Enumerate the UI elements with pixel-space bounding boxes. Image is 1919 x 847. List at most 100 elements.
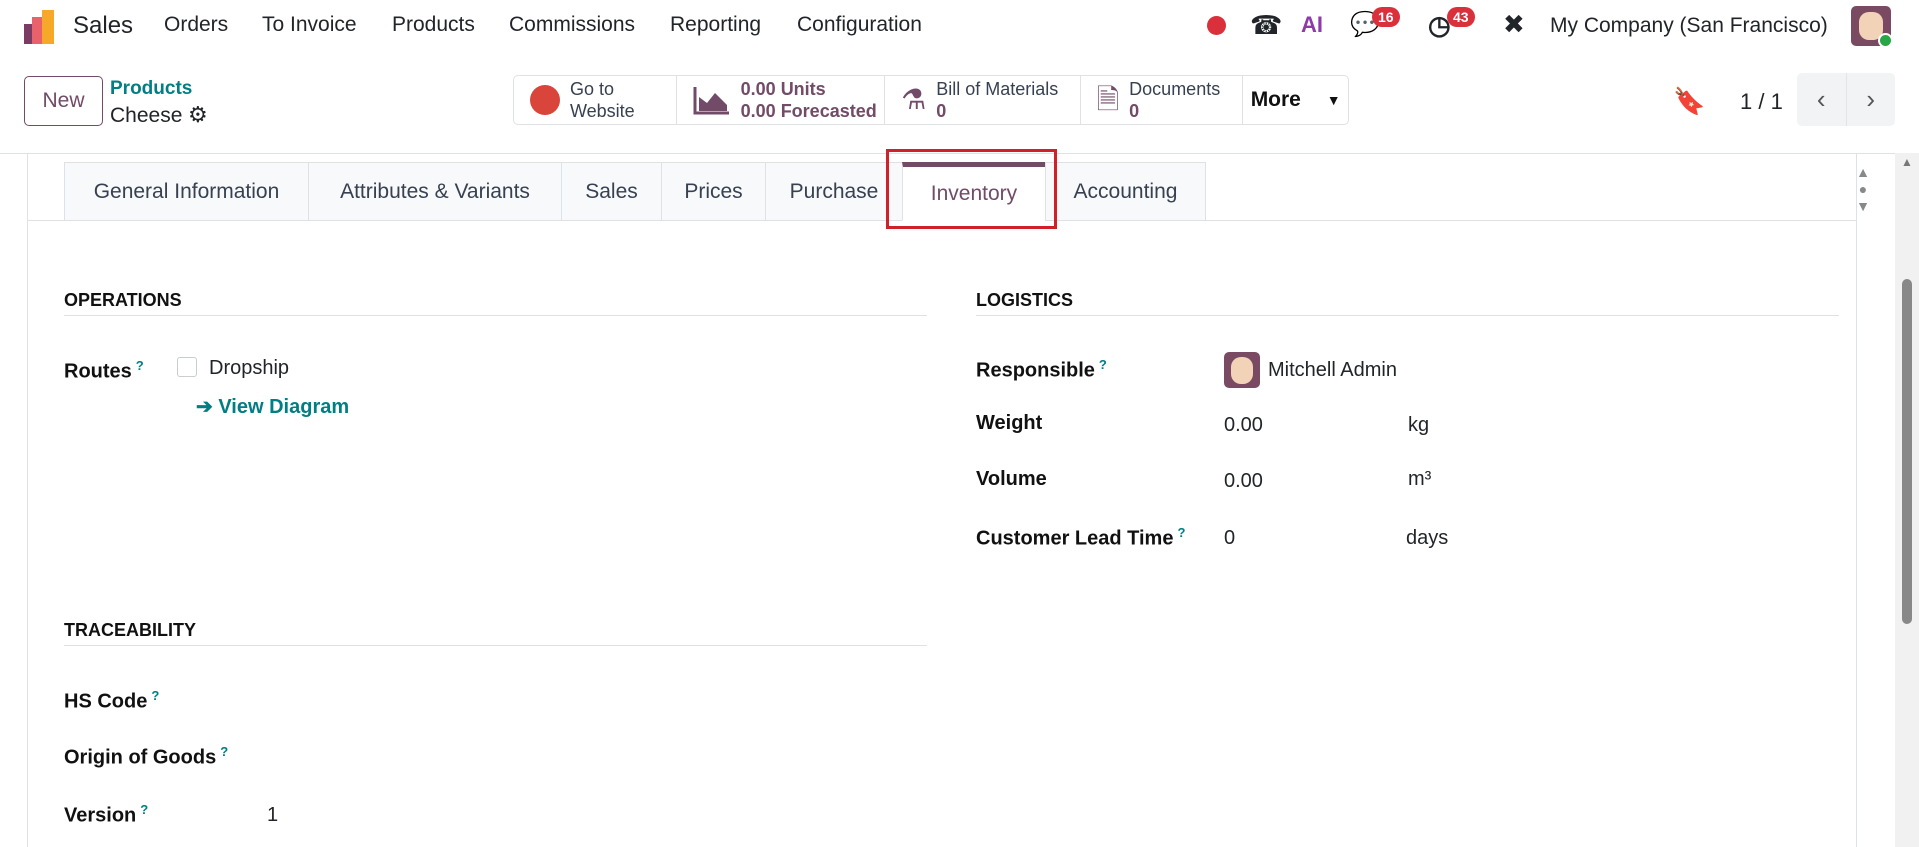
operations-divider bbox=[64, 315, 927, 316]
sales-app-logo-icon[interactable] bbox=[22, 8, 60, 46]
smart-buttons: Go to Website 0.00 Units 0.00 Forecasted ⚗… bbox=[513, 75, 1349, 125]
pager-value[interactable]: 1 / 1 bbox=[1740, 89, 1783, 115]
globe-icon bbox=[530, 85, 560, 115]
origin-label: Origin of Goods? bbox=[64, 744, 228, 770]
website-label-1: Go to bbox=[570, 79, 615, 99]
company-switcher[interactable]: My Company (San Francisco) bbox=[1550, 14, 1828, 38]
traceability-divider bbox=[64, 645, 927, 646]
bookmark-icon[interactable]: 🔖 bbox=[1673, 86, 1705, 117]
view-diagram-text: View Diagram bbox=[218, 396, 350, 418]
tab-sales[interactable]: Sales bbox=[561, 162, 661, 221]
weight-unit: kg bbox=[1408, 414, 1430, 436]
tab-prices[interactable]: Prices bbox=[661, 162, 765, 221]
help-icon[interactable]: ? bbox=[220, 744, 228, 759]
logistics-divider bbox=[976, 315, 1839, 316]
forecast-button[interactable]: 0.00 Units 0.00 Forecasted bbox=[677, 76, 886, 124]
help-icon[interactable]: ? bbox=[151, 688, 159, 703]
responsible-label-text: Responsible bbox=[976, 359, 1095, 382]
responsible-label: Responsible? bbox=[976, 357, 1107, 383]
go-to-website-button[interactable]: Go to Website bbox=[514, 76, 677, 124]
record-indicator-icon[interactable] bbox=[1207, 16, 1226, 35]
menu-configuration[interactable]: Configuration bbox=[797, 13, 922, 37]
more-label: More bbox=[1250, 88, 1301, 111]
lead-time-label-text: Customer Lead Time bbox=[976, 527, 1174, 550]
tab-general-information[interactable]: General Information bbox=[64, 162, 308, 221]
forecast-label: Forecasted bbox=[780, 101, 877, 121]
units-value: 0.00 bbox=[740, 79, 776, 99]
app-name[interactable]: Sales bbox=[73, 12, 133, 40]
traceability-heading: TRACEABILITY bbox=[64, 620, 196, 640]
ai-icon[interactable]: AI bbox=[1301, 12, 1323, 38]
help-icon[interactable]: ? bbox=[136, 358, 144, 373]
origin-label-text: Origin of Goods bbox=[64, 746, 217, 769]
help-icon[interactable]: ? bbox=[140, 802, 148, 817]
dropship-checkbox[interactable] bbox=[177, 357, 197, 377]
bom-count: 0 bbox=[936, 101, 947, 121]
origin-field[interactable] bbox=[267, 740, 867, 770]
next-record-button[interactable]: › bbox=[1847, 73, 1896, 126]
lead-time-field[interactable]: 0 bbox=[1224, 527, 1235, 550]
version-label: Version? bbox=[64, 802, 148, 828]
more-button[interactable]: More ▼ bbox=[1243, 76, 1348, 124]
activities-badge: 43 bbox=[1447, 7, 1475, 27]
area-chart-icon bbox=[693, 87, 729, 115]
bom-label: Bill of Materials bbox=[936, 79, 1059, 99]
website-label-2: Website bbox=[570, 101, 635, 121]
caret-down-icon: ▼ bbox=[1326, 92, 1341, 108]
dropship-label[interactable]: Dropship bbox=[209, 357, 289, 380]
volume-unit: m³ bbox=[1408, 468, 1432, 490]
lead-time-unit: days bbox=[1406, 527, 1449, 549]
document-icon: 🗎 bbox=[1096, 84, 1120, 115]
gear-icon[interactable]: ⚙ bbox=[188, 102, 208, 128]
routes-label: Routes? bbox=[64, 358, 144, 384]
version-field[interactable]: 1 bbox=[267, 804, 278, 827]
menu-reporting[interactable]: Reporting bbox=[670, 13, 761, 37]
forecast-value: 0.00 bbox=[740, 101, 776, 121]
record-name: Cheese bbox=[110, 104, 183, 127]
hs-code-field[interactable] bbox=[267, 684, 867, 714]
lead-time-label: Customer Lead Time? bbox=[976, 525, 1185, 551]
help-icon[interactable]: ? bbox=[1099, 357, 1107, 372]
menu-orders[interactable]: Orders bbox=[164, 13, 228, 37]
view-diagram-link[interactable]: ➔ View Diagram bbox=[196, 394, 349, 419]
hs-code-label-text: HS Code bbox=[64, 690, 148, 713]
new-button[interactable]: New bbox=[24, 76, 103, 126]
breadcrumb-products[interactable]: Products bbox=[110, 78, 192, 100]
logistics-heading: LOGISTICS bbox=[976, 290, 1074, 310]
scrollbar-thumb[interactable] bbox=[1902, 279, 1912, 624]
menu-products[interactable]: Products bbox=[392, 13, 475, 37]
menu-to-invoice[interactable]: To Invoice bbox=[262, 13, 357, 37]
page-scrollbar[interactable]: ▲ bbox=[1895, 153, 1919, 847]
pager-buttons: ‹ › bbox=[1797, 73, 1895, 126]
tab-purchase[interactable]: Purchase bbox=[765, 162, 902, 221]
previous-record-button[interactable]: ‹ bbox=[1797, 73, 1847, 126]
routes-label-text: Routes bbox=[64, 360, 132, 383]
flask-icon: ⚗ bbox=[901, 84, 927, 115]
responsible-field[interactable]: Mitchell Admin bbox=[1268, 359, 1397, 382]
arrow-right-icon: ➔ bbox=[196, 396, 219, 418]
weight-field[interactable]: 0.00 bbox=[1224, 414, 1263, 437]
documents-count: 0 bbox=[1129, 101, 1140, 121]
version-label-text: Version bbox=[64, 804, 137, 827]
user-avatar[interactable] bbox=[1851, 6, 1893, 48]
highlight-box bbox=[886, 149, 1057, 229]
responsible-avatar bbox=[1224, 352, 1260, 388]
scroll-up-icon[interactable]: ▲ bbox=[1901, 155, 1913, 169]
documents-label: Documents bbox=[1129, 79, 1221, 99]
tab-scroll-arrows[interactable]: ▲ ● ▼ bbox=[1853, 164, 1873, 215]
bill-of-materials-button[interactable]: ⚗ Bill of Materials 0 bbox=[885, 76, 1081, 124]
tab-attributes-variants[interactable]: Attributes & Variants bbox=[308, 162, 561, 221]
documents-button[interactable]: 🗎 Documents 0 bbox=[1081, 76, 1244, 124]
tab-accounting[interactable]: Accounting bbox=[1045, 162, 1206, 221]
tools-icon[interactable]: ✖ bbox=[1503, 9, 1525, 40]
volume-label: Volume bbox=[976, 468, 1047, 490]
units-label: Units bbox=[780, 79, 826, 99]
messages-badge: 16 bbox=[1372, 7, 1400, 27]
operations-heading: OPERATIONS bbox=[64, 290, 182, 310]
hs-code-label: HS Code? bbox=[64, 688, 159, 714]
menu-commissions[interactable]: Commissions bbox=[509, 13, 635, 37]
volume-field[interactable]: 0.00 bbox=[1224, 470, 1263, 493]
help-icon[interactable]: ? bbox=[1177, 525, 1185, 540]
top-navbar: Sales Orders To Invoice Products Commiss… bbox=[0, 0, 1919, 54]
phone-icon[interactable]: ☎ bbox=[1250, 10, 1282, 41]
